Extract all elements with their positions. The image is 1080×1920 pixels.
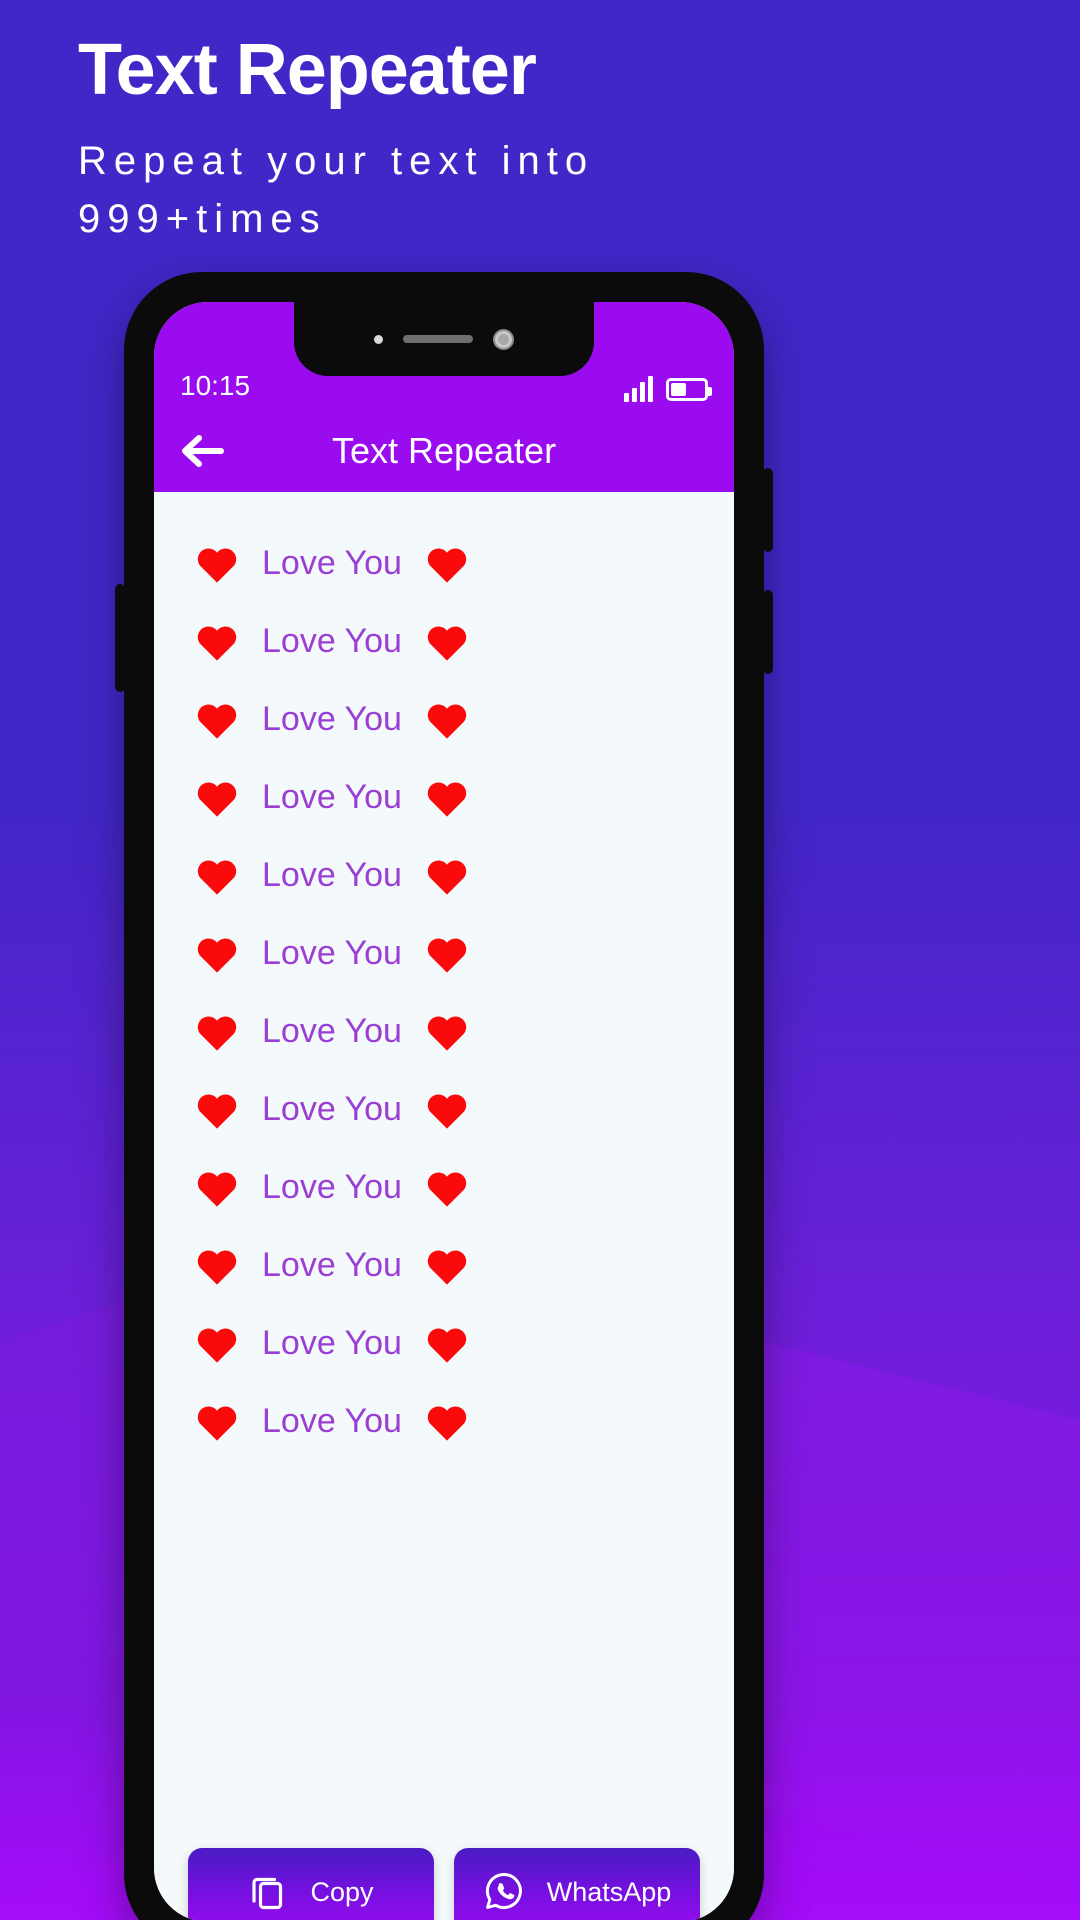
list-item-label: Love You xyxy=(262,621,402,660)
app-bar: Text Repeater xyxy=(154,410,734,492)
heart-icon xyxy=(427,1016,467,1051)
copy-button[interactable]: Copy xyxy=(188,1848,434,1920)
list-item[interactable]: Love You xyxy=(154,524,734,602)
heart-icon xyxy=(197,1172,237,1207)
list-item-label: Love You xyxy=(262,855,402,894)
phone-screen: 10:15 Text Repeater Love You Love You Lo… xyxy=(154,302,734,1920)
list-item-label: Love You xyxy=(262,933,402,972)
list-item-label: Love You xyxy=(262,1401,402,1440)
heart-icon xyxy=(197,1094,237,1129)
list-item[interactable]: Love You xyxy=(154,602,734,680)
list-item-label: Love You xyxy=(262,777,402,816)
list-item[interactable]: Love You xyxy=(154,758,734,836)
action-bar: Copy WhatsApp xyxy=(154,1832,734,1920)
phone-side-button-lower xyxy=(763,590,773,674)
list-item-label: Love You xyxy=(262,1245,402,1284)
list-item[interactable]: Love You xyxy=(154,1382,734,1460)
heart-icon xyxy=(427,704,467,739)
list-item[interactable]: Love You xyxy=(154,1226,734,1304)
list-item[interactable]: Love You xyxy=(154,1148,734,1226)
whatsapp-button[interactable]: WhatsApp xyxy=(454,1848,700,1920)
signal-bars-icon xyxy=(624,376,653,402)
whatsapp-button-label: WhatsApp xyxy=(546,1876,672,1907)
phone-volume-button xyxy=(115,584,125,692)
list-item-label: Love You xyxy=(262,1323,402,1362)
phone-side-button-upper xyxy=(763,468,773,552)
list-item[interactable]: Love You xyxy=(154,836,734,914)
list-item[interactable]: Love You xyxy=(154,914,734,992)
status-icons xyxy=(624,376,712,402)
list-item-label: Love You xyxy=(262,543,402,582)
list-item[interactable]: Love You xyxy=(154,992,734,1070)
heart-icon xyxy=(197,1016,237,1051)
heart-icon xyxy=(427,860,467,895)
heart-icon xyxy=(197,704,237,739)
heart-icon xyxy=(427,1406,467,1441)
phone-mockup: 10:15 Text Repeater Love You Love You Lo… xyxy=(115,272,773,1920)
list-item-label: Love You xyxy=(262,1089,402,1128)
heart-icon xyxy=(197,1328,237,1363)
copy-icon xyxy=(248,1871,288,1914)
heart-icon xyxy=(197,548,237,583)
sensor-dot-icon xyxy=(374,334,383,344)
heart-icon xyxy=(197,938,237,973)
heart-icon xyxy=(427,626,467,661)
heart-icon xyxy=(427,1328,467,1363)
list-item-label: Love You xyxy=(262,1167,402,1206)
heart-icon xyxy=(427,782,467,817)
promo-title: Text Repeater xyxy=(78,30,537,110)
heart-icon xyxy=(427,938,467,973)
list-item[interactable]: Love You xyxy=(154,1304,734,1382)
heart-icon xyxy=(427,1094,467,1129)
app-bar-title: Text Repeater xyxy=(331,430,557,471)
heart-icon xyxy=(197,860,237,895)
heart-icon xyxy=(197,782,237,817)
promo-text-block: Text Repeater Repeat your text into 999+… xyxy=(78,30,978,248)
copy-button-label: Copy xyxy=(310,1876,374,1907)
heart-icon xyxy=(427,548,467,583)
battery-icon xyxy=(666,377,712,401)
status-bar: 10:15 xyxy=(154,302,734,410)
back-arrow-icon[interactable] xyxy=(176,425,228,477)
promo-subtitle: Repeat your text into 999+times xyxy=(78,138,595,241)
front-camera-icon xyxy=(493,328,514,350)
list-item-label: Love You xyxy=(262,1011,402,1050)
list-item[interactable]: Love You xyxy=(154,1070,734,1148)
heart-icon xyxy=(197,1406,237,1441)
heart-icon xyxy=(197,1250,237,1285)
phone-notch xyxy=(294,302,594,376)
status-time: 10:15 xyxy=(180,370,251,401)
heart-icon xyxy=(197,626,237,661)
heart-icon xyxy=(427,1250,467,1285)
list-item-label: Love You xyxy=(262,699,402,738)
heart-icon xyxy=(427,1172,467,1207)
earpiece-speaker-icon xyxy=(403,335,473,343)
repeated-text-list[interactable]: Love You Love You Love You Love You Love You… xyxy=(154,492,734,1832)
whatsapp-icon xyxy=(483,1870,525,1915)
list-item[interactable]: Love You xyxy=(154,680,734,758)
